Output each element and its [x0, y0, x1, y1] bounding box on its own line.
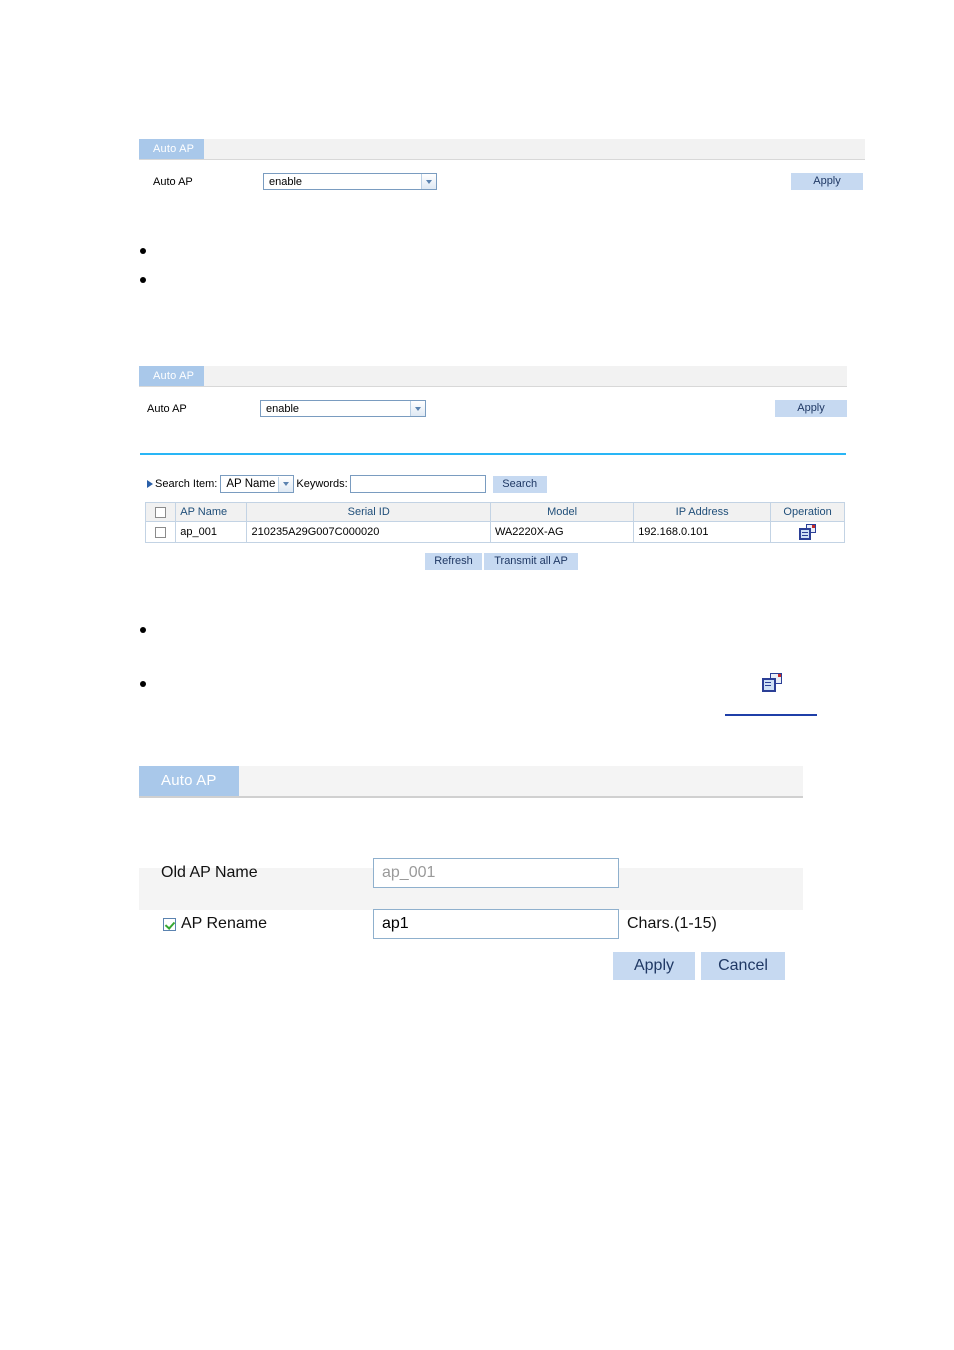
search-toolbar: Search Item: AP Name Keywords: Search [147, 475, 547, 493]
search-item-select-value: AP Name [226, 478, 276, 490]
select-all-checkbox[interactable] [155, 506, 167, 518]
panel-3-body: Old AP Name ap_001 AP Rename ap1 Chars.(… [139, 798, 803, 980]
auto-ap-label-1: Auto AP [153, 175, 193, 188]
auto-ap-panel-1: Auto AP Auto AP enable Apply [139, 139, 865, 201]
tab-auto-ap-1[interactable]: Auto AP [139, 139, 205, 159]
panel-2-body: Auto AP enable Apply Search Item: AP Nam… [139, 387, 847, 570]
transmit-all-ap-button[interactable]: Transmit all AP [484, 553, 578, 570]
old-ap-name-label: Old AP Name [161, 864, 258, 881]
auto-ap-panel-2: Auto AP Auto AP enable Apply Search Item… [139, 366, 847, 570]
table-header-ap-name[interactable]: AP Name [175, 502, 248, 522]
auto-ap-row-1: Auto AP enable Apply [153, 173, 865, 190]
ap-rename-label: AP Rename [181, 915, 267, 932]
cell-ip-address: 192.168.0.101 [633, 521, 772, 543]
ap-rename-checkbox[interactable] [163, 918, 176, 931]
bullet-point-1 [140, 248, 146, 254]
search-item-label: Search Item: [155, 478, 218, 490]
table-header-serial-id[interactable]: Serial ID [246, 502, 491, 522]
bullet-point-3 [140, 627, 146, 633]
apply-button-2[interactable]: Apply [775, 400, 847, 417]
panel-1-tabbar: Auto AP [139, 139, 865, 160]
chevron-down-icon[interactable] [278, 476, 294, 492]
row-checkbox[interactable] [155, 526, 167, 538]
cell-serial-id: 210235A29G007C000020 [246, 521, 491, 543]
panel-2-tabbar: Auto AP [139, 366, 847, 387]
row-select-cell[interactable] [144, 521, 177, 543]
auto-ap-row-2: Auto AP enable Apply [147, 400, 847, 417]
ap-list-table: AP Name Serial ID Model IP Address Opera… [144, 502, 845, 543]
apply-button-1[interactable]: Apply [791, 173, 863, 190]
keywords-input[interactable] [349, 475, 486, 493]
table-header-row: AP Name Serial ID Model IP Address Opera… [144, 502, 845, 522]
apply-button-3[interactable]: Apply [613, 952, 695, 980]
ap-rename-input[interactable]: ap1 [373, 909, 619, 939]
bullet-point-2 [140, 277, 146, 283]
cell-model: WA2220X-AG [489, 521, 635, 543]
cell-operation[interactable] [770, 521, 845, 543]
table-header-operation[interactable]: Operation [770, 502, 845, 522]
search-item-select[interactable]: AP Name [220, 475, 295, 493]
chevron-down-icon[interactable] [421, 174, 436, 189]
cell-ap-name: ap_001 [175, 521, 248, 543]
panel-3-tabbar: Auto AP [139, 766, 803, 798]
panel-1-body: Auto AP enable Apply [139, 160, 865, 201]
tab-auto-ap-3[interactable]: Auto AP [139, 766, 239, 796]
table-row[interactable]: ap_001 210235A29G007C000020 WA2220X-AG 1… [144, 521, 845, 543]
refresh-button[interactable]: Refresh [425, 553, 482, 570]
keywords-label: Keywords: [296, 478, 348, 490]
table-header-ip-address[interactable]: IP Address [633, 502, 772, 522]
bullet-point-4 [140, 681, 146, 687]
auto-ap-select-1[interactable]: enable [263, 173, 437, 190]
section-divider [140, 453, 846, 455]
triangle-right-icon [147, 480, 153, 488]
rename-icon[interactable] [799, 524, 817, 540]
auto-ap-select-value-2: enable [266, 402, 300, 415]
reference-link-underline[interactable] [725, 714, 817, 716]
cancel-button[interactable]: Cancel [701, 952, 785, 980]
chars-hint-label: Chars.(1-15) [627, 915, 717, 932]
rename-icon[interactable] [762, 673, 782, 692]
tab-auto-ap-2[interactable]: Auto AP [139, 366, 205, 386]
auto-ap-select-2[interactable]: enable [260, 400, 426, 417]
auto-ap-select-value-1: enable [269, 175, 303, 188]
old-ap-name-input: ap_001 [373, 858, 619, 888]
table-header-model[interactable]: Model [489, 502, 635, 522]
search-button[interactable]: Search [492, 475, 547, 493]
table-header-select-all[interactable] [144, 502, 177, 522]
chevron-down-icon[interactable] [410, 401, 425, 416]
auto-ap-panel-3: Auto AP Old AP Name ap_001 AP Rename ap1… [139, 766, 803, 980]
auto-ap-label-2: Auto AP [147, 402, 187, 415]
